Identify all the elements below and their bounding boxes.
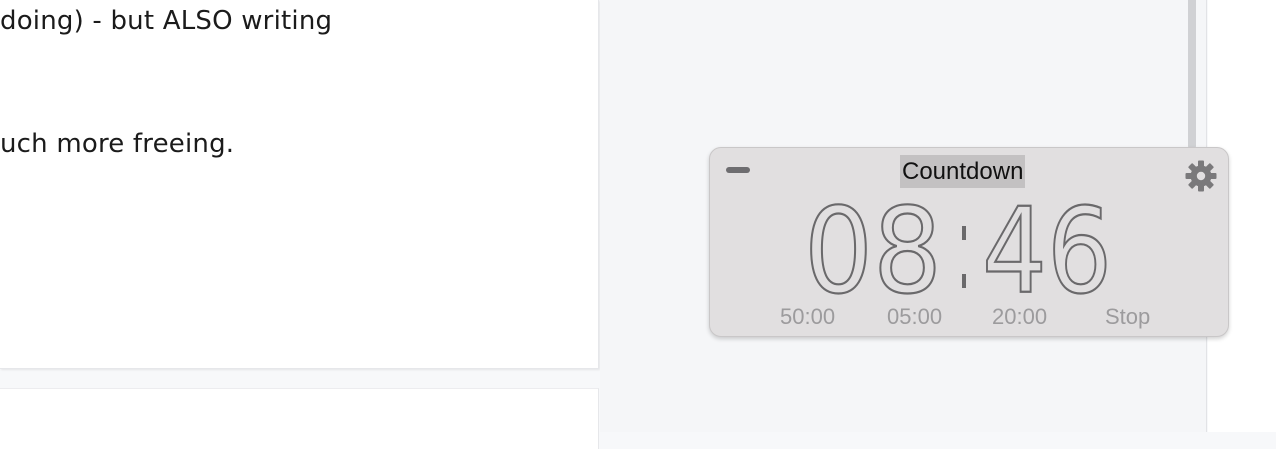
stop-button[interactable]: Stop — [1105, 304, 1150, 330]
preset-50-button[interactable]: 50:00 — [780, 304, 835, 330]
clock-minutes: 08 — [804, 190, 942, 310]
scrollbar-thumb[interactable] — [1188, 0, 1196, 150]
gear-icon[interactable] — [1184, 159, 1218, 193]
colon-dot-top — [962, 226, 966, 240]
countdown-clock: 08 46 — [803, 190, 1113, 310]
document-card: doing) - but ALSO writing uch more freei… — [0, 0, 599, 369]
preset-bar: 50:00 05:00 20:00 Stop — [710, 304, 1230, 332]
document-card-next — [0, 388, 599, 449]
preset-20-button[interactable]: 20:00 — [992, 304, 1047, 330]
clock-seconds: 46 — [982, 190, 1112, 310]
countdown-widget: Countdown 08 46 50:00 05:00 20:00 Stop — [709, 147, 1229, 337]
preset-5-button[interactable]: 05:00 — [887, 304, 942, 330]
document-text-line: uch more freeing. — [0, 129, 235, 159]
countdown-title: Countdown — [900, 155, 1026, 188]
colon-dot-bottom — [962, 274, 966, 288]
document-text-line: doing) - but ALSO writing — [0, 6, 333, 36]
minus-icon[interactable] — [726, 167, 750, 173]
